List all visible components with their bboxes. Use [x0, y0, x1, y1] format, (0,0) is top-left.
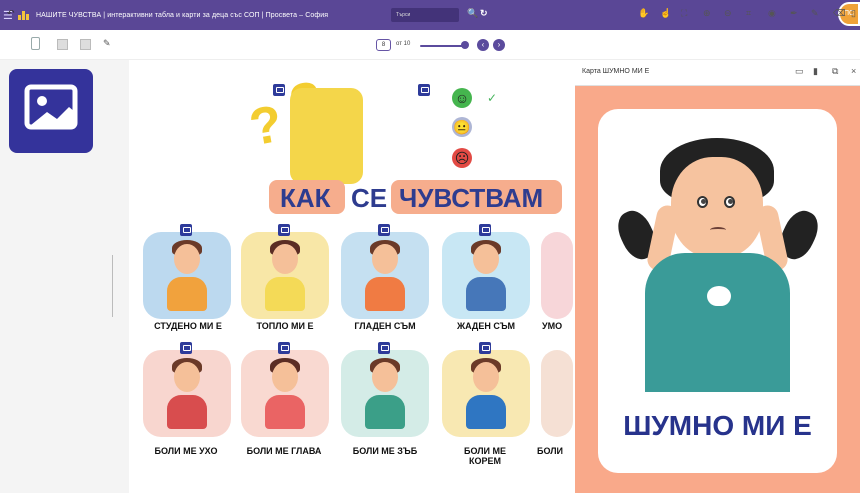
image-resource-icon[interactable]	[418, 84, 430, 96]
image-icon[interactable]	[9, 69, 93, 153]
emotion-card[interactable]	[341, 232, 429, 319]
eye-icon[interactable]: ◉	[768, 8, 776, 19]
child-face	[473, 362, 499, 392]
image-resource-icon[interactable]	[180, 342, 192, 354]
pen-icon[interactable]: ✒	[790, 8, 798, 19]
large-card-label: ШУМНО МИ Е	[623, 410, 812, 441]
emotion-card[interactable]	[241, 350, 329, 437]
image-resource-icon[interactable]	[479, 342, 491, 354]
right-pupil	[728, 199, 733, 204]
emotion-card[interactable]	[241, 232, 329, 319]
child-shirt	[265, 395, 305, 429]
publisher-logo	[18, 8, 32, 22]
search-input[interactable]: Търси	[391, 8, 459, 22]
child-face	[272, 244, 298, 274]
child-face	[272, 362, 298, 392]
child-shirt	[167, 395, 207, 429]
hand-tool-icon[interactable]: ✋	[638, 8, 649, 19]
image-resource-icon[interactable]	[180, 224, 192, 236]
child-face	[174, 362, 200, 392]
bookmark-icon[interactable]: ▭	[795, 66, 804, 77]
open-external-icon[interactable]: ⧉	[832, 66, 838, 77]
image-resource-icon[interactable]	[378, 224, 390, 236]
double-page-view-button[interactable]	[57, 39, 68, 50]
zoom-out-icon[interactable]: ⊖	[724, 8, 732, 19]
pointer-icon[interactable]: ☝	[660, 8, 671, 19]
trash-icon[interactable]: ▯	[851, 8, 856, 19]
close-icon[interactable]: ×	[851, 66, 856, 76]
emotion-card[interactable]	[541, 350, 573, 437]
previous-page-button[interactable]: ‹	[477, 39, 489, 51]
emotion-card-label: БОЛИ	[537, 446, 564, 456]
crop-icon[interactable]: ⌗	[746, 8, 751, 19]
emotion-card-label: СТУДЕНО МИ Е	[154, 321, 222, 331]
undo-icon[interactable]: ↶	[7, 8, 15, 19]
emotion-card-label: БОЛИ МЕ ГЛАВА	[246, 446, 322, 456]
thumbnail-view-button[interactable]	[80, 39, 91, 50]
image-icon-glyph	[24, 84, 78, 130]
marker-icon[interactable]: ✎	[811, 8, 819, 19]
title-word: КАК	[280, 183, 331, 213]
page-total: от 10	[396, 41, 411, 47]
image-resource-icon[interactable]	[278, 342, 290, 354]
image-resource-icon[interactable]	[479, 224, 491, 236]
page-slider[interactable]	[420, 45, 466, 47]
emotion-card-label: БОЛИ МЕ ЗЪБ	[352, 446, 418, 456]
eraser-icon[interactable]: ⌫	[833, 8, 846, 19]
child-face	[372, 362, 398, 392]
child-shirt	[265, 277, 305, 311]
emotion-card-label: ЖАДЕН СЪМ	[456, 321, 516, 331]
panel-title: Карта ШУМНО МИ Е	[582, 68, 650, 75]
child-shirt	[466, 277, 506, 311]
child-shirt	[167, 277, 207, 311]
title-word: ЧУВСТВАМ	[399, 183, 544, 213]
image-resource-icon[interactable]	[278, 224, 290, 236]
checkbox-empty-icon	[484, 120, 500, 134]
previous-page-arrow[interactable]	[112, 255, 124, 317]
emotion-card[interactable]	[143, 232, 231, 319]
child-face	[473, 244, 499, 274]
emotion-card[interactable]	[341, 350, 429, 437]
search-icon[interactable]: 🔍	[467, 8, 478, 19]
zoom-in-icon[interactable]: ⊕	[703, 8, 711, 19]
checkbox-checked-icon: ✓	[484, 91, 500, 105]
happy-face-icon: ☺	[452, 88, 472, 108]
mood-checklist-image	[290, 88, 363, 184]
emotion-card[interactable]	[143, 350, 231, 437]
emotion-card[interactable]	[442, 350, 530, 437]
next-page-button[interactable]: ›	[493, 39, 505, 51]
child-shirt	[365, 277, 405, 311]
page-slider-handle[interactable]	[461, 41, 469, 49]
image-resource-icon[interactable]	[378, 342, 390, 354]
refresh-icon[interactable]: ↻	[480, 8, 488, 19]
girl-body	[645, 253, 790, 392]
emotion-card-label: БОЛИ МЕ КОРЕМ	[463, 446, 507, 466]
child-shirt	[365, 395, 405, 429]
checkbox-empty-icon	[484, 151, 500, 165]
left-pupil	[701, 199, 706, 204]
emotion-card[interactable]	[541, 232, 573, 319]
neutral-face-icon: 😐	[452, 117, 472, 137]
heart-icon	[707, 286, 731, 306]
edit-icon[interactable]: ✎	[103, 38, 111, 49]
fullscreen-icon[interactable]: ⛶	[681, 8, 687, 19]
columns-icon[interactable]: ▮	[813, 66, 818, 77]
emotion-card-label: БОЛИ МЕ УХО	[154, 446, 218, 456]
sad-face-icon: ☹	[452, 148, 472, 168]
girl-face	[671, 157, 763, 258]
child-face	[372, 244, 398, 274]
title-word: СЕ	[351, 183, 388, 213]
child-shirt	[466, 395, 506, 429]
single-page-view-button[interactable]	[31, 37, 40, 50]
worried-mouth	[710, 227, 726, 233]
child-face	[174, 244, 200, 274]
page-number-input[interactable]: 8	[376, 39, 391, 51]
document-title: НАШИТЕ ЧУВСТВА | интерактивни табла и ка…	[36, 11, 329, 19]
emotion-card-label: ТОПЛО МИ Е	[256, 321, 314, 331]
emotion-card[interactable]	[442, 232, 530, 319]
emotion-card-label: ГЛАДЕН СЪМ	[354, 321, 416, 331]
